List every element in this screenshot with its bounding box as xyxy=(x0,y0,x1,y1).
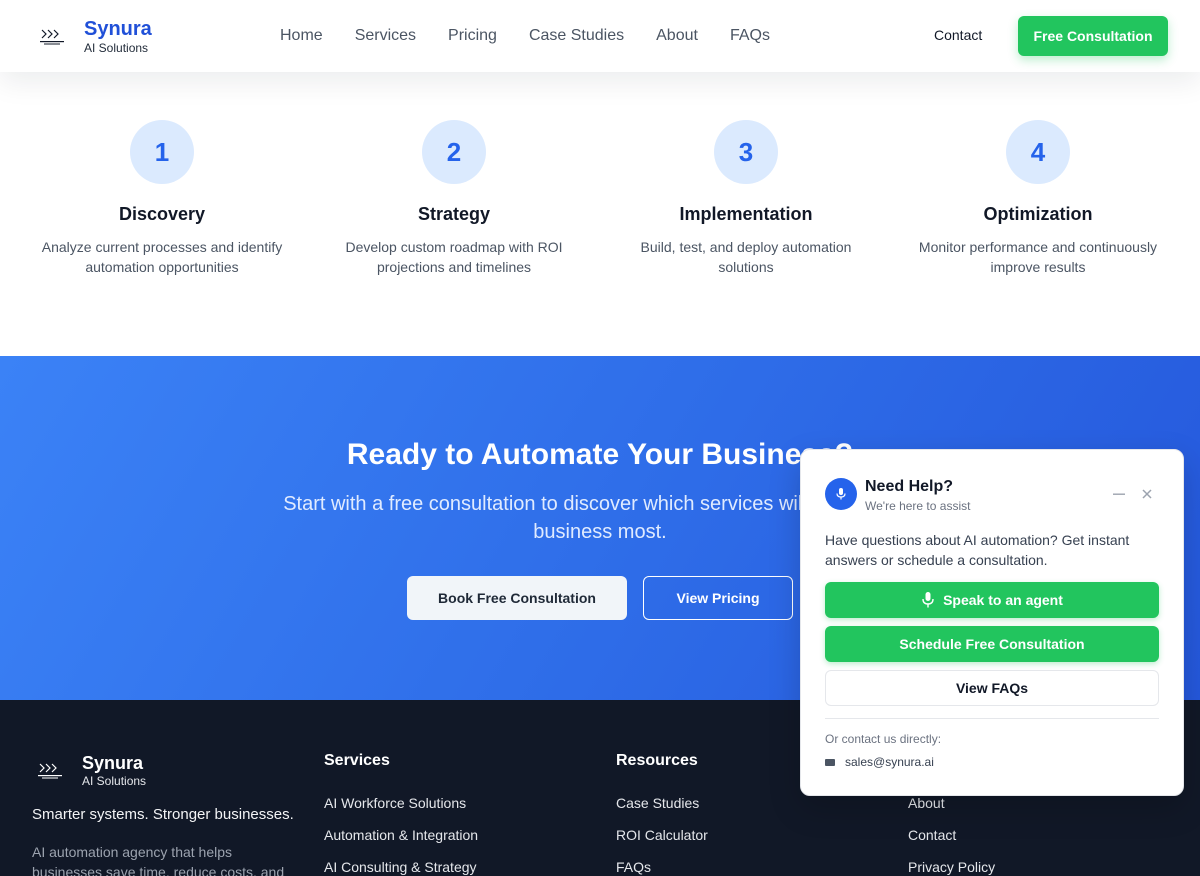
nav-home[interactable]: Home xyxy=(264,27,339,45)
footer-link-contact[interactable]: Contact xyxy=(908,824,995,846)
footer-column-title: Resources xyxy=(616,752,698,769)
footer-link-automation[interactable]: Automation & Integration xyxy=(324,824,478,846)
step-number-badge: 1 xyxy=(130,120,194,184)
step-description: Monitor performance and continuously imp… xyxy=(918,239,1158,275)
footer-about-text: AI automation agency that helps business… xyxy=(32,844,285,876)
step-discovery: 1 Discovery Analyze current processes an… xyxy=(16,120,308,277)
close-icon[interactable] xyxy=(1137,484,1157,504)
chat-title: Need Help? xyxy=(865,478,954,495)
step-number-badge: 3 xyxy=(714,120,778,184)
speak-to-agent-button[interactable]: Speak to an agent xyxy=(825,582,1159,618)
nav-faqs[interactable]: FAQs xyxy=(714,27,786,45)
schedule-consultation-button[interactable]: Schedule Free Consultation xyxy=(825,626,1159,662)
chat-contact-prompt: Or contact us directly: xyxy=(825,732,942,746)
nav-pricing[interactable]: Pricing xyxy=(432,27,513,45)
step-strategy: 2 Strategy Develop custom roadmap with R… xyxy=(308,120,600,277)
step-title: Implementation xyxy=(679,204,813,224)
view-pricing-button[interactable]: View Pricing xyxy=(643,576,793,620)
book-consultation-button[interactable]: Book Free Consultation xyxy=(407,576,627,620)
site-header: Synura AI Solutions Home Services Pricin… xyxy=(0,0,1200,72)
brand-tagline: AI Solutions xyxy=(84,40,149,55)
nav-services[interactable]: Services xyxy=(339,27,432,45)
synura-logo-icon xyxy=(34,18,70,54)
synura-logo-icon xyxy=(32,752,68,788)
chat-email-address: sales@synura.ai xyxy=(845,755,934,769)
chat-avatar-mic-icon xyxy=(825,478,857,510)
process-steps: 1 Discovery Analyze current processes an… xyxy=(16,120,1184,277)
chat-subtitle: We're here to assist xyxy=(865,499,971,513)
footer-resources-column: Resources Case Studies ROI Calculator FA… xyxy=(616,752,708,876)
chat-divider xyxy=(825,718,1159,719)
footer-link-ai-workforce[interactable]: AI Workforce Solutions xyxy=(324,792,478,814)
step-description: Analyze current processes and identify a… xyxy=(41,239,283,275)
view-faqs-button[interactable]: View FAQs xyxy=(825,670,1159,706)
brand-name: Synura xyxy=(84,17,152,40)
footer-column-title: Services xyxy=(324,752,390,769)
footer-brand-tagline: AI Solutions xyxy=(82,773,147,788)
footer-link-privacy[interactable]: Privacy Policy xyxy=(908,856,995,876)
step-title: Strategy xyxy=(417,204,491,224)
footer-link-roi-calculator[interactable]: ROI Calculator xyxy=(616,824,708,846)
footer-link-faqs[interactable]: FAQs xyxy=(616,856,708,876)
help-chat-widget: Need Help? We're here to assist Have que… xyxy=(800,449,1184,796)
footer-link-consulting[interactable]: AI Consulting & Strategy xyxy=(324,856,478,876)
minimize-icon[interactable] xyxy=(1109,484,1129,504)
free-consultation-button[interactable]: Free Consultation xyxy=(1018,16,1168,56)
nav-about[interactable]: About xyxy=(640,27,714,45)
step-description: Develop custom roadmap with ROI projecti… xyxy=(345,239,563,275)
footer-slogan: Smarter systems. Stronger businesses. xyxy=(32,806,294,823)
chat-email-link[interactable]: sales@synura.ai xyxy=(825,755,934,769)
brand-logo-link[interactable]: Synura AI Solutions xyxy=(34,18,152,54)
nav-case-studies[interactable]: Case Studies xyxy=(513,27,640,45)
speak-to-agent-label: Speak to an agent xyxy=(943,592,1063,608)
footer-brand-name: Synura xyxy=(82,752,144,773)
main-nav: Home Services Pricing Case Studies About… xyxy=(264,0,786,72)
step-implementation: 3 Implementation Build, test, and deploy… xyxy=(600,120,892,277)
mail-icon xyxy=(825,758,835,766)
footer-link-case-studies[interactable]: Case Studies xyxy=(616,792,708,814)
microphone-icon xyxy=(921,591,935,609)
footer-services-column: Services AI Workforce Solutions Automati… xyxy=(324,752,478,876)
step-description: Build, test, and deploy automation solut… xyxy=(640,239,852,275)
step-title: Optimization xyxy=(983,204,1093,224)
header-contact-link[interactable]: Contact xyxy=(934,27,982,43)
step-number-badge: 2 xyxy=(422,120,486,184)
step-title: Discovery xyxy=(118,204,206,224)
step-number-badge: 4 xyxy=(1006,120,1070,184)
step-optimization: 4 Optimization Monitor performance and c… xyxy=(892,120,1184,277)
chat-message: Have questions about AI automation? Get … xyxy=(825,532,1130,568)
footer-brand[interactable]: Synura AI Solutions xyxy=(32,752,146,788)
